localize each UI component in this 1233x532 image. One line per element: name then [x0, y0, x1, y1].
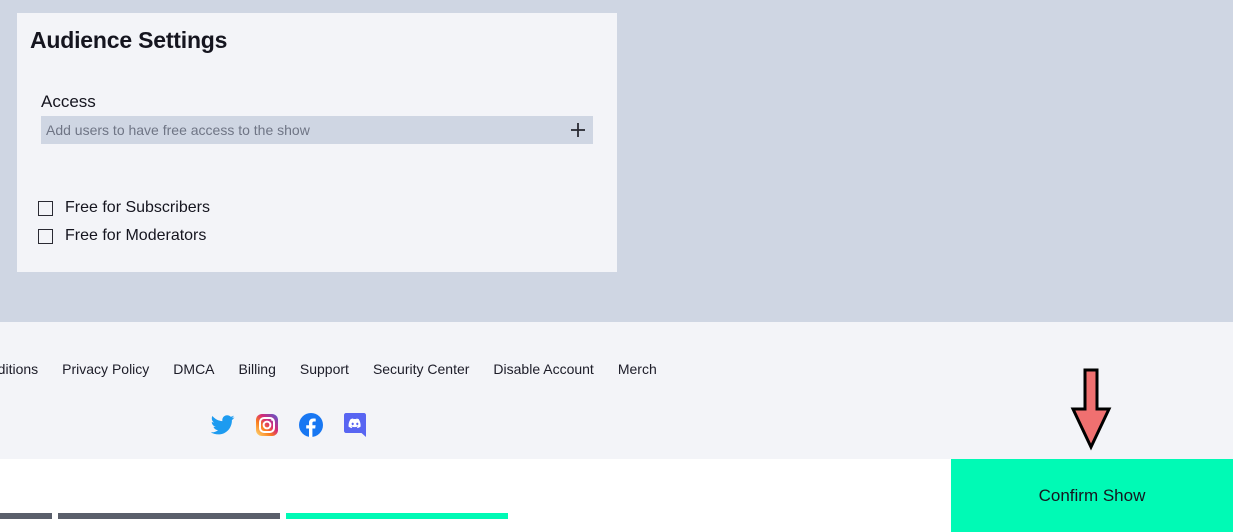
progress-step-2 — [58, 513, 280, 519]
footer: Conditions Privacy Policy DMCA Billing S… — [0, 322, 1233, 459]
free-for-subscribers-checkbox[interactable] — [38, 200, 53, 216]
confirm-show-button[interactable]: Confirm Show — [951, 459, 1233, 532]
footer-link-billing[interactable]: Billing — [239, 361, 276, 377]
access-users-input[interactable] — [41, 116, 563, 144]
discord-icon[interactable] — [343, 413, 367, 437]
progress-step-1 — [0, 513, 52, 519]
free-for-subscribers-option[interactable]: Free for Subscribers — [38, 199, 210, 217]
facebook-icon[interactable] — [299, 413, 323, 437]
access-label: Access — [41, 92, 96, 111]
footer-links: Conditions Privacy Policy DMCA Billing S… — [0, 361, 681, 377]
footer-link-support[interactable]: Support — [300, 361, 349, 377]
footer-link-security-center[interactable]: Security Center — [373, 361, 469, 377]
progress-step-3 — [286, 513, 508, 519]
twitter-icon[interactable] — [211, 413, 235, 437]
free-for-moderators-option[interactable]: Free for Moderators — [38, 227, 206, 245]
footer-link-dmca[interactable]: DMCA — [173, 361, 214, 377]
plus-icon — [571, 123, 585, 137]
social-links — [211, 413, 367, 437]
free-for-subscribers-label: Free for Subscribers — [65, 199, 210, 216]
card-title: Audience Settings — [30, 27, 228, 53]
instagram-icon[interactable] — [255, 413, 279, 437]
access-field — [41, 116, 593, 144]
annotation-arrow-icon — [1070, 368, 1112, 451]
footer-link-disable-account[interactable]: Disable Account — [493, 361, 593, 377]
free-for-moderators-label: Free for Moderators — [65, 227, 207, 244]
footer-link-privacy-policy[interactable]: Privacy Policy — [62, 361, 149, 377]
main-area: Audience Settings Access Free for Subscr… — [0, 0, 1233, 322]
bottom-bar: Confirm Show — [0, 459, 1233, 532]
footer-link-conditions[interactable]: Conditions — [0, 361, 38, 377]
free-for-moderators-checkbox[interactable] — [38, 228, 53, 244]
add-user-button[interactable] — [563, 116, 593, 144]
footer-link-merch[interactable]: Merch — [618, 361, 657, 377]
audience-settings-card: Audience Settings Access Free for Subscr… — [17, 13, 617, 272]
